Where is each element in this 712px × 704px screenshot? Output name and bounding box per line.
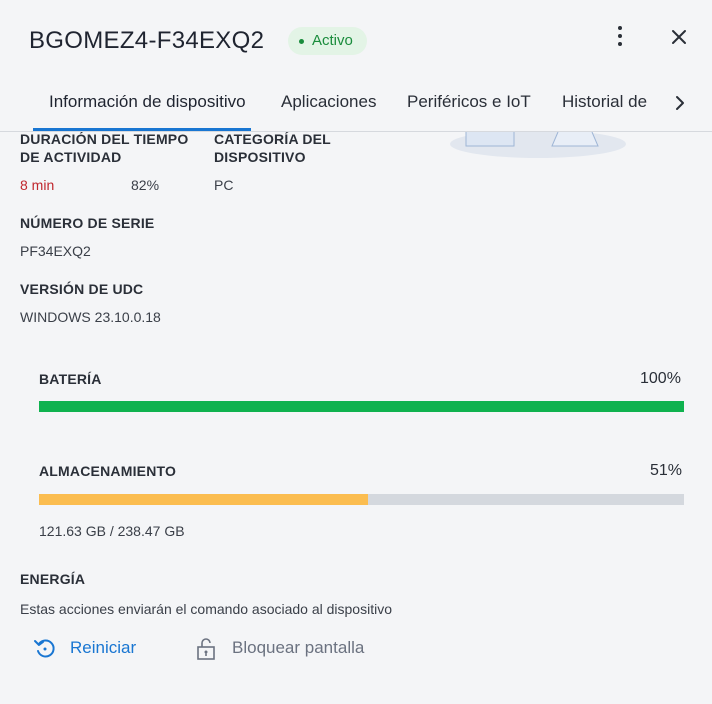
status-label: Activo [312, 32, 353, 49]
status-dot-icon [299, 39, 304, 44]
more-options-icon[interactable] [606, 22, 634, 50]
device-header: BGOMEZ4-F34EXQ2 Activo Información de di… [0, 0, 712, 132]
chevron-right-icon[interactable] [672, 92, 688, 114]
restart-button[interactable]: Reiniciar [32, 633, 136, 663]
energy-label: ENERGÍA [20, 571, 86, 587]
udc-version-label: VERSIÓN DE UDC [20, 281, 144, 297]
category-label: CATEGORÍA DEL DISPOSITIVO [214, 131, 331, 165]
lock-screen-label: Bloquear pantalla [232, 638, 365, 657]
uptime-value: 8 min [20, 177, 55, 193]
tab-bar: Información de dispositivo Aplicaciones … [0, 88, 712, 132]
storage-usage: 121.63 GB / 238.47 GB [39, 523, 185, 539]
active-tab-indicator [33, 128, 251, 131]
status-badge: Activo [288, 27, 367, 55]
battery-bar-fill [39, 401, 684, 412]
tab-applications[interactable]: Aplicaciones [281, 92, 376, 112]
category-value: PC [214, 177, 234, 193]
tab-history[interactable]: Historial de [562, 92, 647, 112]
tab-peripherals[interactable]: Periféricos e IoT [407, 92, 531, 112]
lock-icon [194, 635, 220, 661]
storage-label: ALMACENAMIENTO [39, 463, 177, 479]
battery-label: BATERÍA [39, 371, 102, 387]
energy-description: Estas acciones enviarán el comando asoci… [20, 601, 392, 617]
storage-bar [39, 494, 684, 505]
lock-screen-button[interactable]: Bloquear pantalla [194, 633, 364, 663]
uptime-label: DURACIÓN DEL TIEMPO DE ACTIVIDAD [20, 131, 189, 165]
serial-value: PF34EXQ2 [20, 243, 91, 259]
tab-device-info[interactable]: Información de dispositivo [49, 92, 246, 112]
udc-version-value: WINDOWS 23.10.0.18 [20, 309, 161, 325]
uptime-percent: 82% [131, 177, 160, 193]
close-icon[interactable] [666, 24, 692, 50]
restart-icon [32, 635, 58, 661]
storage-percent: 51% [650, 462, 683, 479]
battery-percent: 100% [640, 370, 681, 387]
storage-bar-fill [39, 494, 368, 505]
battery-bar [39, 401, 684, 412]
device-title: BGOMEZ4-F34EXQ2 [29, 27, 265, 54]
restart-label: Reiniciar [70, 638, 137, 657]
serial-label: NÚMERO DE SERIE [20, 215, 155, 231]
